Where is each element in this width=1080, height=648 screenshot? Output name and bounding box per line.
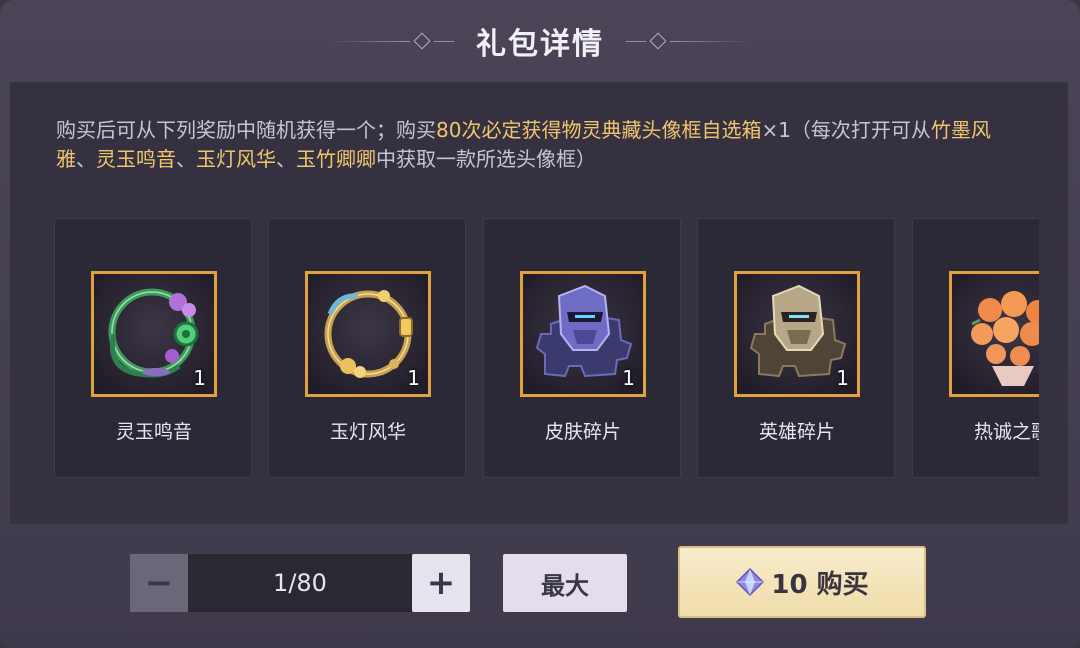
desc-sep-3: 、 [276,147,296,171]
desc-part-3: 中获取一款所选头像框） [376,147,596,171]
quantity-stepper[interactable]: − 1/80 + [130,554,470,612]
page-title: 礼包详情 [476,27,604,62]
reward-name: 英雄碎片 [758,421,835,443]
header: 礼包详情 [0,0,1080,82]
buy-button-label: 10 购买 [771,569,869,600]
description: 购买后可从下列奖励中随机获得一个；购买80次必定获得物灵典藏头像框自选箱×1（每… [56,116,1016,174]
desc-part-1: 购买后可从下列奖励中随机获得一个；购买 [56,118,436,142]
desc-frame-4: 玉竹卿卿 [296,147,376,171]
reward-count: 1 [407,366,420,390]
reward-card[interactable]: 1 玉灯风华 [268,218,466,478]
reward-count: 1 [622,366,635,390]
reward-name: 皮肤碎片 [544,421,621,443]
desc-sep-2: 、 [176,147,196,171]
diamond-gem-icon [736,567,765,597]
reward-name: 玉灯风华 [329,421,406,443]
reward-count: 1 [836,366,849,390]
reward-item-frame: 1 [91,271,217,397]
gift-pack-panel: 礼包详情 购买后可从下列奖励中随机获得一个；购买80次必定获得物灵典藏头像框自选… [0,0,1080,648]
reward-card[interactable]: 1 热诚之歌 [912,218,1039,478]
quantity-display: 1/80 [188,554,412,612]
desc-part-2: ×1（每次打开可从 [761,118,931,142]
reward-item-frame: 1 [305,271,431,397]
desc-sep-1: 、 [76,147,96,171]
reward-item-frame: 1 [949,271,1039,397]
reward-item-frame: 1 [520,271,646,397]
reward-item-frame: 1 [734,271,860,397]
decrease-button[interactable]: − [130,554,188,612]
title-ornament-right [626,32,750,50]
reward-count: 1 [193,366,206,390]
buy-button[interactable]: 10 购买 [678,546,926,618]
max-button[interactable]: 最大 [503,554,627,612]
desc-frame-3: 玉灯风华 [196,147,276,171]
desc-guarantee: 80次必定获得物灵典藏头像框自选箱 [436,118,762,142]
increase-button[interactable]: + [412,554,470,612]
reward-card[interactable]: 1 灵玉鸣音 [54,218,252,478]
content-area: 购买后可从下列奖励中随机获得一个；购买80次必定获得物灵典藏头像框自选箱×1（每… [10,82,1068,524]
title-ornament-left [330,32,454,50]
reward-name: 灵玉鸣音 [115,421,192,443]
reward-card[interactable]: 1 英雄碎片 [697,218,895,478]
rose-bouquet-icon [971,291,1039,386]
reward-card[interactable]: 1 皮肤碎片 [483,218,681,478]
reward-list[interactable]: 1 灵玉鸣音 1 玉灯风华 1 皮肤碎片 1 英雄碎片 热诚之 [54,218,1039,480]
desc-frame-2: 灵玉鸣音 [96,147,176,171]
reward-name: 热诚之歌 [973,421,1039,443]
